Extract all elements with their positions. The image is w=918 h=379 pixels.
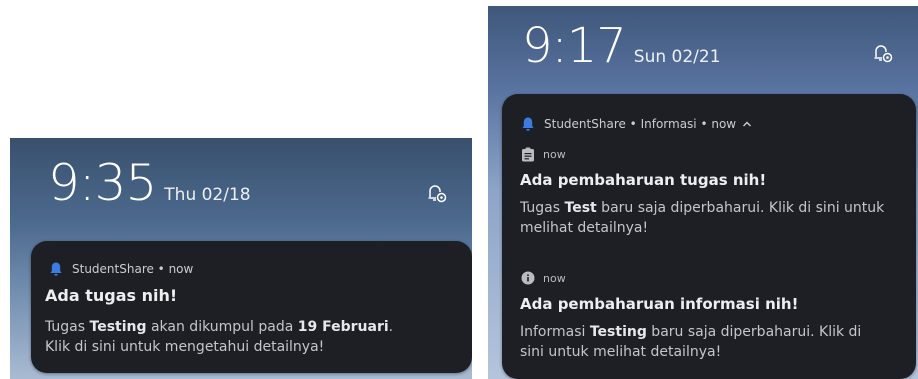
notification-card-left[interactable]: StudentShare • now Ada tugas nih! Tugas … [31,241,472,373]
lockscreen-left: 9:35 Thu 02/18 StudentShare • now Ada tug… [10,138,472,379]
notification-body: Informasi Testing baru saja diperbaharui… [520,322,912,362]
lockscreen-right: 9:17 Sun 02/21 StudentShare • Informasi •… [488,6,918,379]
notification-app-header: StudentShare • now [48,261,193,277]
body-line-2: melihat detailnya! [520,220,649,236]
notification-item-header: now [521,271,566,285]
body-line-2: Klik di sini untuk mengetahui detailnya! [45,339,325,355]
notification-body: Tugas Test baru saja diperbaharui. Klik … [520,198,912,238]
app-name-meta: StudentShare • Informasi • now [544,117,737,131]
body-line-1: Informasi Testing baru saja diperbaharui… [520,324,862,340]
notification-card-right[interactable]: StudentShare • Informasi • now now Ada p… [502,94,916,379]
body-line-2: sini untuk melihat detailnya! [520,344,722,360]
item-time: now [543,148,566,161]
clock-date: Sun 02/21 [633,47,721,67]
notification-title: Ada pembaharuan tugas nih! [520,171,767,189]
item-time: now [543,271,566,285]
chevron-up-icon[interactable] [742,120,752,128]
notification-title: Ada pembaharuan informasi nih! [520,295,799,313]
clipboard-icon [522,147,534,162]
clock-time: 9:17 [522,18,627,74]
bell-icon [522,117,534,131]
app-name-meta: StudentShare • now [72,262,194,276]
clock-time: 9:35 [48,154,157,212]
bell-icon [50,262,62,276]
info-icon [521,271,535,285]
notification-item-header: now [521,147,566,162]
body-line-1: Tugas Testing akan dikumpul pada 19 Febr… [45,319,394,335]
body-line-1: Tugas Test baru saja diperbaharui. Klik … [520,200,885,216]
clock-date: Thu 02/18 [164,185,251,205]
notification-settings-icon[interactable] [426,182,448,204]
clock-left: 9:35 Thu 02/18 [48,154,251,212]
notification-app-header: StudentShare • Informasi • now [520,116,752,132]
notification-settings-icon[interactable] [872,42,894,64]
clock-right: 9:17 Sun 02/21 [522,18,721,74]
notification-title: Ada tugas nih! [45,286,178,305]
notification-body: Tugas Testing akan dikumpul pada 19 Febr… [45,317,465,357]
